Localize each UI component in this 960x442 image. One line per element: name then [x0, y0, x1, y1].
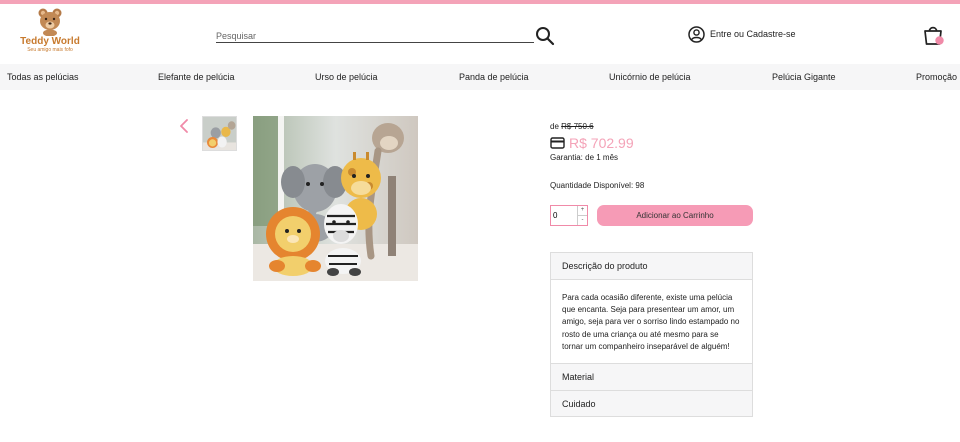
brand-name: Teddy World — [20, 36, 80, 47]
accordion-care-header[interactable]: Cuidado — [551, 390, 752, 417]
product-info: de R$ 750.6 R$ 702.99 Garantia: de 1 mês — [550, 122, 760, 162]
product-main-image — [253, 116, 418, 281]
search-input[interactable] — [216, 28, 534, 44]
quantity-stepper: + - — [550, 205, 588, 226]
chevron-left-icon[interactable] — [178, 118, 190, 134]
category-nav: Todas as pelúcias Elefante de pelúcia Ur… — [0, 64, 960, 90]
nav-item-todas[interactable]: Todas as pelúcias — [7, 72, 79, 82]
product-thumbnail[interactable] — [202, 116, 237, 151]
search-icon[interactable] — [535, 26, 555, 46]
product-accordion: Descrição do produto Para cada ocasião d… — [550, 252, 753, 418]
site-logo[interactable]: Teddy World Seu amigo mais fofo — [18, 6, 82, 64]
quantity-available: Quantidade Disponível: 98 — [550, 181, 645, 190]
card-icon — [550, 137, 565, 149]
nav-item-unicornio[interactable]: Unicórnio de pelúcia — [609, 72, 691, 82]
accordion-description-body: Para cada ocasião diferente, existe uma … — [551, 279, 752, 365]
account-link[interactable]: Entre ou Cadastre-se — [688, 25, 796, 43]
brand-tagline: Seu amigo mais fofo — [27, 47, 73, 53]
cart-icon[interactable] — [921, 23, 945, 47]
search-bar — [216, 26, 534, 44]
old-price-prefix: de — [550, 122, 559, 131]
accordion-material-header[interactable]: Material — [551, 364, 752, 391]
site-header: Teddy World Seu amigo mais fofo Entre ou… — [0, 4, 960, 64]
current-price: R$ 702.99 — [569, 135, 634, 151]
nav-item-elefante[interactable]: Elefante de pelúcia — [158, 72, 235, 82]
nav-item-panda[interactable]: Panda de pelúcia — [459, 72, 529, 82]
quantity-steps: + - — [577, 206, 587, 225]
quantity-input[interactable] — [551, 206, 577, 225]
user-icon — [688, 25, 705, 43]
quantity-increment-button[interactable]: + — [578, 206, 587, 215]
quantity-decrement-button[interactable]: - — [578, 215, 587, 225]
add-to-cart-button[interactable]: Adicionar ao Carrinho — [597, 205, 753, 226]
nav-item-promocao[interactable]: Promoção — [916, 72, 957, 82]
warranty-text: Garantia: de 1 mês — [550, 153, 619, 162]
account-label: Entre ou Cadastre-se — [710, 29, 796, 39]
teddy-logo-icon — [38, 8, 62, 36]
nav-item-gigante[interactable]: Pelúcia Gigante — [772, 72, 836, 82]
accordion-description-header[interactable]: Descrição do produto — [551, 253, 752, 279]
price-row: R$ 702.99 — [550, 135, 760, 151]
nav-item-urso[interactable]: Urso de pelúcia — [315, 72, 378, 82]
old-price: R$ 750.6 — [561, 122, 594, 131]
old-price-line: de R$ 750.6 — [550, 122, 760, 131]
